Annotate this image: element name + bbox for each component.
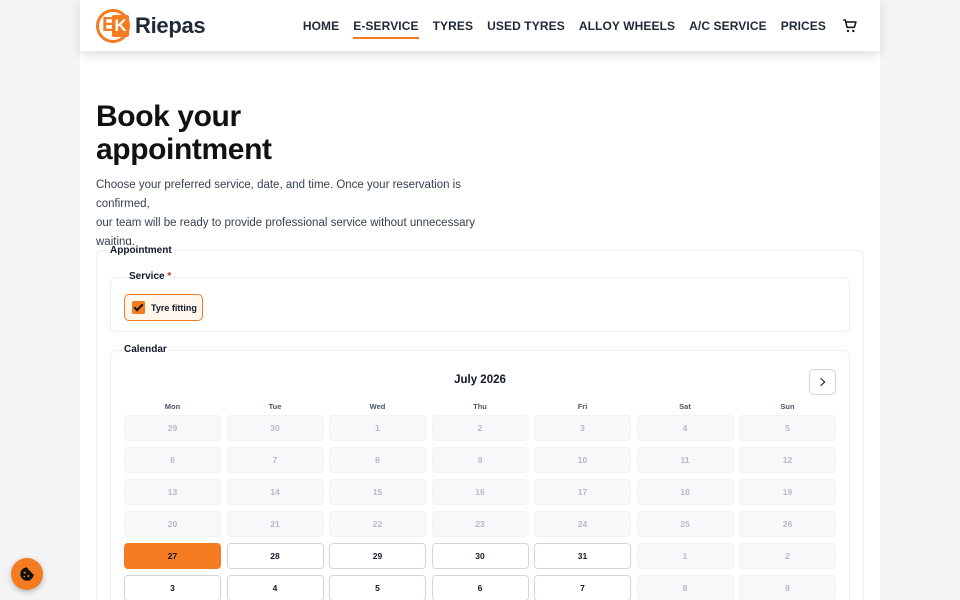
- calendar-day: 13: [124, 479, 221, 505]
- calendar-day: 20: [124, 511, 221, 537]
- weekday-header: Thu: [473, 402, 487, 411]
- calendar-day: 3: [534, 415, 631, 441]
- weekday-header: Mon: [164, 402, 181, 411]
- service-legend-text: Service: [129, 271, 165, 282]
- subtitle-line: Choose your preferred service, date, and…: [96, 179, 461, 210]
- nav-item-tyres[interactable]: TYRES: [433, 15, 474, 37]
- calendar-day[interactable]: 28: [226, 543, 324, 569]
- weekday-header: Tue: [268, 402, 282, 411]
- next-month-button[interactable]: [809, 369, 836, 395]
- calendar-day: 9: [739, 575, 836, 600]
- cookie-settings-button[interactable]: [11, 558, 43, 590]
- calendar-day: 23: [431, 511, 529, 537]
- site-header: EK Riepas HOME E-SERVICE TYRES USED TYRE…: [80, 0, 880, 51]
- calendar-day[interactable]: 3: [124, 575, 221, 600]
- weekday-header: Sun: [780, 402, 795, 411]
- logo-icon: EK: [96, 9, 130, 43]
- calendar-day: 19: [739, 479, 836, 505]
- calendar-day: 9: [431, 447, 529, 473]
- calendar-day: 17: [534, 479, 631, 505]
- calendar-day[interactable]: 6: [431, 575, 529, 600]
- weekday-header: Wed: [369, 402, 386, 411]
- calendar-day: 8: [636, 575, 734, 600]
- cookie-icon: [20, 567, 34, 581]
- calendar-day: 22: [329, 511, 426, 537]
- calendar-day: 26: [739, 511, 836, 537]
- page-subtitle: Choose your preferred service, date, and…: [96, 176, 516, 252]
- weekday-header: Sat: [679, 402, 691, 411]
- service-option-label: Tyre fitting: [151, 302, 197, 313]
- calendar-day[interactable]: 5: [329, 575, 426, 600]
- calendar-day: 16: [431, 479, 529, 505]
- nav-item-used-tyres[interactable]: USED TYRES: [487, 15, 565, 37]
- cart-icon[interactable]: [842, 18, 858, 34]
- calendar-day: 1: [636, 543, 734, 569]
- nav-item-alloy-wheels[interactable]: ALLOY WHEELS: [579, 15, 675, 37]
- calendar-day: 14: [226, 479, 324, 505]
- service-legend: Service *: [127, 271, 174, 282]
- main-nav: HOME E-SERVICE TYRES USED TYRES ALLOY WH…: [289, 0, 858, 51]
- calendar-day: 2: [431, 415, 529, 441]
- calendar-day: 24: [534, 511, 631, 537]
- calendar-month: July 2026: [454, 374, 506, 386]
- page-title: Book your appointment: [96, 100, 272, 166]
- calendar-day[interactable]: 7: [534, 575, 631, 600]
- calendar-day: 2: [739, 543, 836, 569]
- calendar-day: 30: [226, 415, 324, 441]
- calendar-day: 12: [739, 447, 836, 473]
- calendar-day-selected[interactable]: 27: [124, 543, 221, 569]
- nav-item-home[interactable]: HOME: [303, 15, 339, 37]
- appointment-legend: Appointment: [108, 245, 174, 256]
- calendar-day: 5: [739, 415, 836, 441]
- calendar-day: 7: [226, 447, 324, 473]
- calendar-day: 29: [124, 415, 221, 441]
- calendar-day: 25: [636, 511, 734, 537]
- calendar-day[interactable]: 30: [431, 543, 529, 569]
- calendar-day[interactable]: 31: [534, 543, 631, 569]
- service-fieldset: [110, 277, 850, 332]
- logo[interactable]: EK Riepas: [96, 8, 206, 44]
- calendar-day[interactable]: 4: [226, 575, 324, 600]
- service-option-tyre-fitting[interactable]: Tyre fitting: [124, 294, 203, 321]
- calendar-grid: Mon Tue Wed Thu Fri Sat Sun 29 30 1 2 3 4 5 6 7 8 9 10 11 12…: [124, 401, 837, 600]
- calendar-day: 8: [329, 447, 426, 473]
- calendar-legend: Calendar: [122, 344, 169, 355]
- calendar-day: 6: [124, 447, 221, 473]
- weekday-header: Fri: [577, 402, 588, 411]
- checkbox-checked-icon[interactable]: [132, 301, 145, 314]
- calendar-day: 1: [329, 415, 426, 441]
- calendar-day[interactable]: 29: [329, 543, 426, 569]
- calendar-day: 18: [636, 479, 734, 505]
- calendar-day: 11: [636, 447, 734, 473]
- calendar-day: 4: [636, 415, 734, 441]
- calendar-day: 15: [329, 479, 426, 505]
- calendar-day: 21: [226, 511, 324, 537]
- nav-item-prices[interactable]: PRICES: [781, 15, 826, 37]
- nav-item-e-service[interactable]: E-SERVICE: [353, 15, 419, 39]
- required-mark: *: [167, 271, 172, 282]
- calendar-day: 10: [534, 447, 631, 473]
- nav-item-ac-service[interactable]: A/C SERVICE: [689, 15, 767, 37]
- logo-text: Riepas: [135, 13, 206, 38]
